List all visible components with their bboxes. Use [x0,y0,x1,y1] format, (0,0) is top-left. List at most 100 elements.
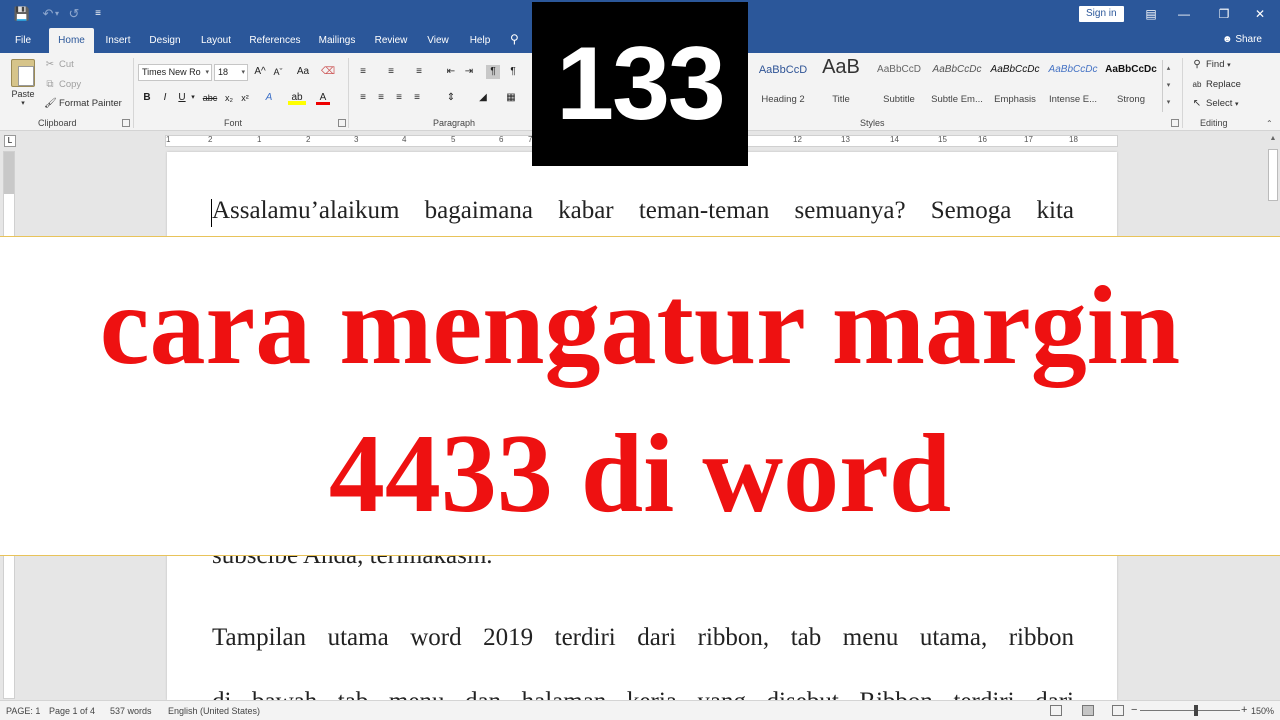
restore-icon[interactable]: ❐ [1212,4,1236,24]
align-left-icon[interactable]: ≡ [356,91,370,105]
print-layout-icon[interactable] [1082,705,1094,716]
numbering-icon[interactable]: ≡ [384,65,398,79]
superscript-button[interactable]: x² [238,91,252,105]
read-mode-icon[interactable] [1050,705,1062,716]
scroll-thumb[interactable] [1268,149,1278,201]
tab-design[interactable]: Design [144,28,186,53]
ribbon-display-options-icon[interactable]: ▤ [1139,4,1163,24]
font-group-label: Font [224,118,243,128]
find-button[interactable]: ⚲ Find ▾ [1191,59,1230,70]
tab-review[interactable]: Review [370,28,412,53]
tab-home[interactable]: Home [49,28,94,53]
undo-dropdown-icon[interactable]: ▾ [52,4,62,24]
tab-view[interactable]: View [420,28,456,53]
style-subtle-emphasis[interactable]: AaBbCcDc Subtle Em... [928,56,986,105]
shading-icon[interactable]: ◢ [476,91,490,105]
banner-title-line: 4433 di word [328,412,952,536]
justify-icon[interactable]: ≡ [410,91,424,105]
underline-button[interactable]: U [175,91,189,105]
zoom-slider[interactable] [1140,710,1240,711]
multilevel-list-icon[interactable]: ≡ [412,65,426,79]
format-painter-button[interactable]: 🖌 Format Painter [44,98,122,109]
copy-button[interactable]: ⧉ Copy [44,79,81,90]
right-to-left-icon[interactable]: ¶ [506,65,520,79]
highlight-button[interactable]: ab [288,91,306,105]
zoom-level[interactable]: 150% [1251,706,1274,716]
title-banner: cara mengatur margin 4433 di word [0,236,1280,556]
tab-file[interactable]: File [8,28,38,53]
chevron-down-icon[interactable]: ▾ [189,91,197,105]
page-count[interactable]: Page 1 of 4 [49,706,95,716]
customize-quick-access-icon[interactable]: ≡ [88,4,108,24]
tab-references[interactable]: References [246,28,304,53]
styles-scroll-icon[interactable]: ▴ ▾ ▾ [1162,60,1174,112]
tab-selector-icon[interactable]: L [4,135,16,147]
font-size-combo[interactable]: 18 ▾ [214,64,248,81]
align-center-icon[interactable]: ≡ [374,91,388,105]
tab-help[interactable]: Help [464,28,496,53]
borders-icon[interactable]: ▦ [504,91,518,105]
ruler-number: 2 [208,135,213,144]
style-name: Subtle Em... [931,94,983,105]
word-count[interactable]: 537 words [110,706,152,716]
style-emphasis[interactable]: AaBbCcDc Emphasis [986,56,1044,105]
select-button[interactable]: ↖ Select ▾ [1191,98,1239,109]
lightbulb-icon[interactable]: ⚲ [510,32,519,46]
cut-button[interactable]: ✂ Cut [44,59,74,70]
page-indicator[interactable]: PAGE: 1 [6,706,40,716]
replace-button[interactable]: ab Replace [1191,79,1241,90]
tab-mailings[interactable]: Mailings [312,28,362,53]
paste-button[interactable]: Paste ▾ [6,57,40,113]
collapse-ribbon-icon[interactable]: ⌃ [1266,119,1273,128]
sign-in-button[interactable]: Sign in [1079,6,1124,22]
increase-indent-icon[interactable]: ⇥ [462,65,476,79]
style-title[interactable]: AaB Title [812,56,870,105]
banner-title-line: cara mengatur margin [99,264,1181,388]
style-strong[interactable]: AaBbCcDc Strong [1102,56,1160,105]
style-intense-emphasis[interactable]: AaBbCcDc Intense E... [1044,56,1102,105]
italic-button[interactable]: I [158,91,172,105]
font-launcher-icon[interactable] [338,119,346,127]
left-to-right-icon[interactable]: ¶ [486,65,500,79]
align-right-icon[interactable]: ≡ [392,91,406,105]
decrease-indent-icon[interactable]: ⇤ [444,65,458,79]
minimize-icon[interactable]: — [1172,4,1196,24]
tab-layout[interactable]: Layout [194,28,238,53]
redo-icon[interactable]: ↺ [64,4,84,24]
close-icon[interactable]: ✕ [1248,4,1272,24]
font-color-button[interactable]: A [316,91,330,105]
paste-label: Paste [11,89,35,99]
zoom-out-button[interactable]: − [1131,704,1137,716]
replace-label: Replace [1206,79,1241,90]
clipboard-launcher-icon[interactable] [122,119,130,127]
scroll-up-icon[interactable]: ▲ [1268,135,1278,145]
tab-insert[interactable]: Insert [100,28,136,53]
style-subtitle[interactable]: AaBbCcD Subtitle [870,56,928,105]
paste-dropdown-icon[interactable]: ▾ [6,99,40,107]
save-icon[interactable]: 💾 [12,4,32,24]
styles-group-label: Styles [860,118,885,128]
font-name-combo[interactable]: Times New Ro ▾ [138,64,212,81]
language-indicator[interactable]: English (United States) [168,706,260,716]
subscript-button[interactable]: x₂ [222,91,236,105]
zoom-in-button[interactable]: + [1241,704,1247,716]
find-label: Find [1206,59,1225,70]
clear-formatting-icon[interactable]: ⌫ [321,65,335,79]
document-paragraph-line[interactable]: Tampilan utama word 2019 terdiri dari ri… [212,624,1074,652]
shrink-font-button[interactable]: Aˇ [270,65,286,79]
line-spacing-icon[interactable]: ⇕ [444,91,458,105]
zoom-slider-thumb[interactable] [1194,705,1198,716]
change-case-button[interactable]: Aa [292,65,314,79]
web-layout-icon[interactable] [1112,705,1124,716]
share-button[interactable]: ☻ Share [1222,34,1262,45]
grow-font-button[interactable]: A^ [252,65,268,79]
paragraph-group-label: Paragraph [433,118,476,128]
bullets-icon[interactable]: ≡ [356,65,370,79]
document-paragraph-line[interactable]: Assalamu’alaikum bagaimana kabar teman-t… [212,197,1074,225]
bold-button[interactable]: B [140,91,154,105]
text-effects-button[interactable]: A [262,91,276,105]
style-name: Title [832,94,850,105]
strikethrough-button[interactable]: abc [200,91,220,105]
style-heading2[interactable]: AaBbCcD Heading 2 [754,56,812,105]
styles-launcher-icon[interactable] [1171,119,1179,127]
